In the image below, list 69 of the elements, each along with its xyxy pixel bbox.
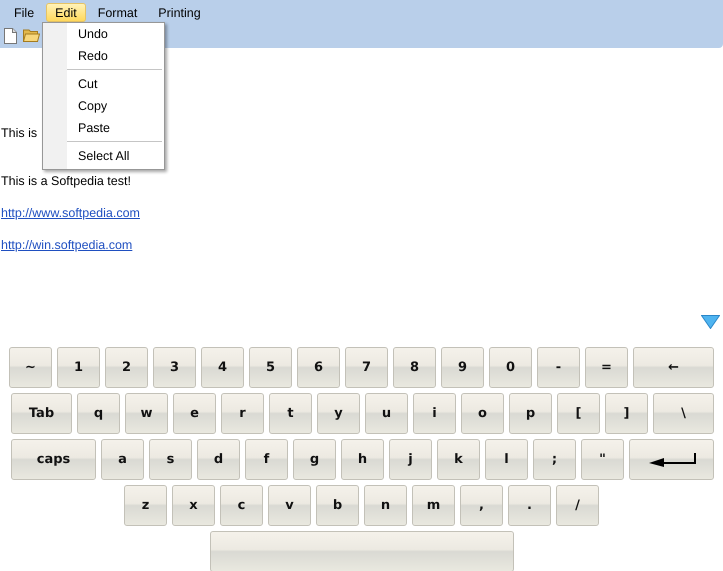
keyboard-key[interactable]: e [173,393,216,434]
keyboard-key[interactable]: t [269,393,312,434]
menu-entry[interactable]: Cut [43,73,164,95]
keyboard-key[interactable]: 3 [153,347,196,388]
keyboard-key[interactable]: k [437,439,480,480]
menu-item[interactable]: Edit [46,3,86,22]
keyboard-key[interactable]: / [556,485,599,526]
menu-entry[interactable]: Select All [43,145,164,167]
menu-item[interactable]: File [5,3,44,22]
new-document-icon[interactable] [4,28,17,44]
keyboard-key[interactable]: q [77,393,120,434]
keyboard-key[interactable]: 1 [57,347,100,388]
document-text: This is a Softpedia test! [1,174,131,188]
keyboard-key[interactable]: ; [533,439,576,480]
keyboard-key[interactable]: j [389,439,432,480]
keyboard-key[interactable]: caps [11,439,96,480]
menu-entry[interactable]: Redo [43,45,164,67]
keyboard-key[interactable]: ← [633,347,714,388]
keyboard-key[interactable]: Tab [11,393,72,434]
keyboard-key[interactable]: m [412,485,455,526]
keyboard-key[interactable]: 4 [201,347,244,388]
keyboard-key[interactable]: p [509,393,552,434]
keyboard-key[interactable]: ~ [9,347,52,388]
web-link[interactable]: http://win.softpedia.com [1,238,132,252]
menu-item[interactable]: Printing [149,3,210,22]
keyboard-key[interactable]: 8 [393,347,436,388]
keyboard-key[interactable]: 5 [249,347,292,388]
keyboard-key[interactable]: c [220,485,263,526]
keyboard-key[interactable]: \ [653,393,714,434]
keyboard-key[interactable]: o [461,393,504,434]
keyboard-key[interactable]: . [508,485,551,526]
keyboard-key[interactable]: r [221,393,264,434]
keyboard-key[interactable]: 6 [297,347,340,388]
keyboard-key[interactable]: i [413,393,456,434]
keyboard-key[interactable]: v [268,485,311,526]
keyboard-key[interactable]: a [101,439,144,480]
keyboard-key[interactable]: y [317,393,360,434]
keyboard-key[interactable]: x [172,485,215,526]
keyboard-key[interactable]: z [124,485,167,526]
keyboard-key[interactable]: u [365,393,408,434]
keyboard-key[interactable]: 9 [441,347,484,388]
keyboard-key[interactable]: s [149,439,192,480]
keyboard-key[interactable]: 0 [489,347,532,388]
web-link[interactable]: http://www.softpedia.com [1,206,140,220]
keyboard-key[interactable]: b [316,485,359,526]
enter-key[interactable] [629,439,714,480]
menu-item[interactable]: Format [88,3,146,22]
document-text: This is [1,126,38,140]
keyboard-key[interactable]: [ [557,393,600,434]
keyboard-key[interactable]: l [485,439,528,480]
keyboard-key[interactable]: 2 [105,347,148,388]
keyboard-key[interactable]: n [364,485,407,526]
menu-entry[interactable]: Copy [43,95,164,117]
keyboard-key[interactable]: d [197,439,240,480]
enter-arrow-icon [648,452,696,466]
keyboard-key[interactable]: f [245,439,288,480]
keyboard-key[interactable]: 7 [345,347,388,388]
keyboard-key[interactable]: - [537,347,580,388]
menu-entry[interactable]: Undo [43,23,164,45]
menu-entry[interactable]: Paste [43,117,164,139]
keyboard-key[interactable]: h [341,439,384,480]
folder-icon[interactable] [23,28,40,42]
keyboard-key[interactable]: = [585,347,628,388]
keyboard-key[interactable]: " [581,439,624,480]
keyboard-key[interactable]: w [125,393,168,434]
collapse-triangle-icon[interactable] [701,315,720,329]
keyboard-key[interactable]: , [460,485,503,526]
keyboard-key[interactable]: ] [605,393,648,434]
keyboard-key[interactable]: g [293,439,336,480]
